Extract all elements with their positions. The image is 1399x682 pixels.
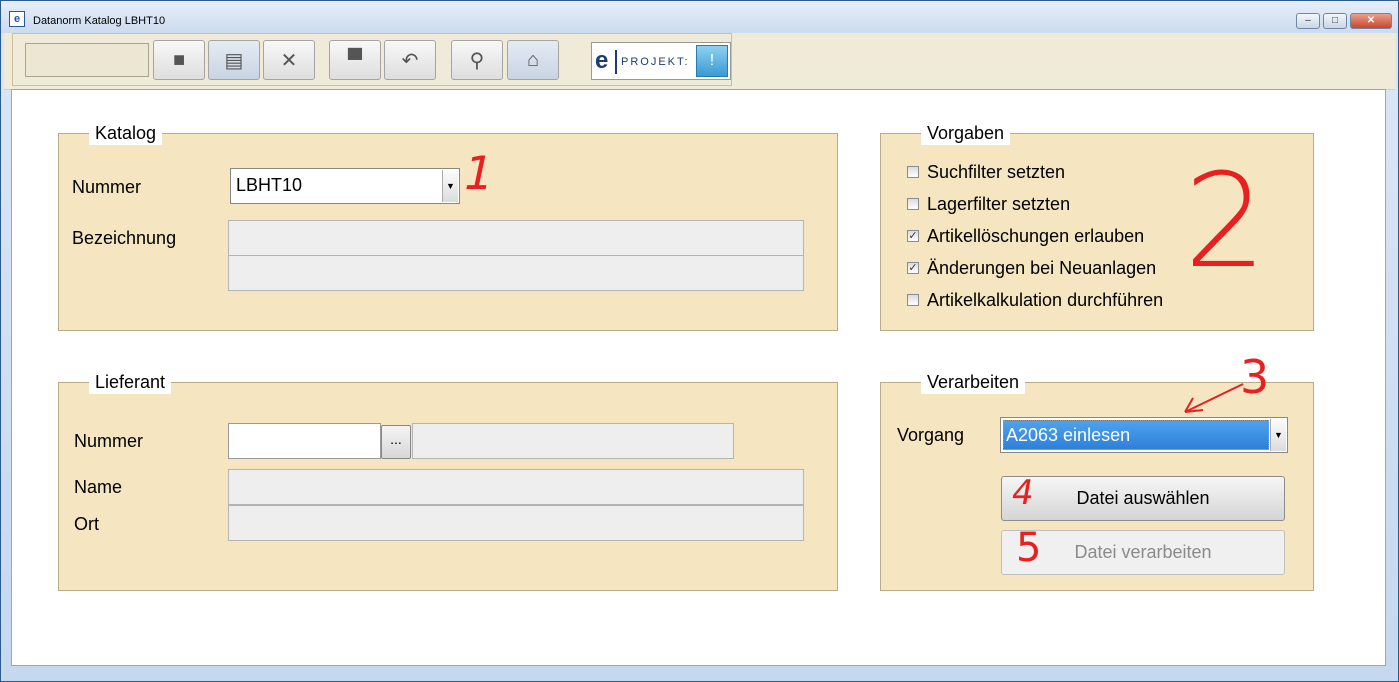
lieferant-nummer-label: Nummer: [74, 431, 144, 451]
option-suchfilter[interactable]: Suchfilter setzten: [907, 159, 1065, 185]
main-window: e Datanorm Katalog LBHT10 – □ ✕ ■ ▤ ✕ ▀ …: [0, 0, 1399, 682]
annotation-2: 2: [1184, 145, 1267, 297]
undo-icon[interactable]: ↶: [384, 40, 436, 80]
aenderungen-label: Änderungen bei Neuanlagen: [927, 257, 1157, 278]
lagerfilter-checkbox[interactable]: [907, 198, 919, 210]
bezeichnung-field-2[interactable]: [228, 255, 804, 291]
vorgang-dropdown[interactable]: A2063 einlesen ▼: [1000, 417, 1288, 453]
artikelloeschungen-label: Artikellöschungen erlauben: [927, 225, 1145, 246]
option-artikelloeschungen[interactable]: ✓ Artikellöschungen erlauben: [907, 223, 1144, 249]
home-refresh-icon[interactable]: ⌂: [507, 40, 559, 80]
aenderungen-checkbox[interactable]: ✓: [907, 262, 919, 274]
suchfilter-label: Suchfilter setzten: [927, 161, 1066, 182]
key-icon[interactable]: ⚲: [451, 40, 503, 80]
katalog-nummer-dropdown[interactable]: LBHT10 ▼: [230, 168, 460, 204]
print-icon[interactable]: ▀: [329, 40, 381, 80]
lagerfilter-label: Lagerfilter setzten: [927, 193, 1071, 214]
lieferant-nummer-input[interactable]: [228, 423, 381, 459]
form-edit-icon[interactable]: ▤: [208, 40, 260, 80]
artikelloeschungen-checkbox[interactable]: ✓: [907, 230, 919, 242]
document-icon[interactable]: ■: [153, 40, 205, 80]
maximize-button[interactable]: □: [1323, 13, 1347, 29]
katalog-nummer-value: LBHT10: [236, 175, 303, 195]
close-button[interactable]: ✕: [1350, 13, 1392, 29]
artikelkalkulation-label: Artikelkalkulation durchführen: [927, 289, 1164, 310]
lieferant-bezeichnung-field[interactable]: [412, 423, 734, 459]
vorgaben-legend: Vorgaben: [921, 121, 1011, 145]
chevron-down-icon[interactable]: ▼: [442, 170, 458, 202]
chevron-down-icon[interactable]: ▼: [1270, 419, 1286, 451]
verarbeiten-group: Verarbeiten Vorgang A2063 einlesen ▼ Dat…: [880, 370, 1314, 591]
vorgang-label: Vorgang: [897, 425, 965, 445]
lieferant-group: Lieferant Nummer ... Name Ort: [58, 370, 838, 591]
lieferant-ort-field[interactable]: [228, 505, 804, 541]
toolbar: ■ ▤ ✕ ▀ ↶ ⚲ ⌂ e PROJEKT: !: [12, 33, 732, 86]
katalog-group: Katalog Nummer LBHT10 ▼ Bezeichnung: [58, 121, 838, 331]
window-title: Datanorm Katalog LBHT10: [33, 15, 166, 27]
content-area: Katalog Nummer LBHT10 ▼ Bezeichnung Lief…: [11, 89, 1386, 666]
annotation-5: 5: [1016, 525, 1042, 571]
option-artikelkalkulation[interactable]: Artikelkalkulation durchführen: [907, 287, 1163, 313]
verarbeiten-legend: Verarbeiten: [921, 370, 1026, 394]
lieferant-name-field[interactable]: [228, 469, 804, 505]
logo-letter: e: [595, 47, 609, 74]
katalog-nummer-label: Nummer: [72, 177, 142, 197]
artikelkalkulation-checkbox[interactable]: [907, 294, 919, 306]
option-aenderungen[interactable]: ✓ Änderungen bei Neuanlagen: [907, 255, 1156, 281]
datei-auswaehlen-button[interactable]: Datei auswählen: [1001, 476, 1285, 521]
speech-bubble-icon: !: [696, 45, 728, 77]
bezeichnung-field-1[interactable]: [228, 220, 804, 256]
vorgang-value: A2063 einlesen: [1003, 420, 1269, 450]
lieferant-ort-label: Ort: [74, 514, 99, 534]
delete-x-icon[interactable]: ✕: [263, 40, 315, 80]
katalog-bezeichnung-label: Bezeichnung: [72, 228, 177, 248]
logo-divider: [615, 50, 617, 74]
lieferant-search-button[interactable]: ...: [381, 425, 411, 459]
minimize-button[interactable]: –: [1296, 13, 1320, 29]
title-bar[interactable]: e Datanorm Katalog LBHT10 – □ ✕: [1, 1, 1398, 33]
datei-verarbeiten-button[interactable]: Datei verarbeiten: [1001, 530, 1285, 575]
lieferant-name-label: Name: [74, 477, 123, 497]
annotation-arrow: [1184, 383, 1244, 413]
eprojekt-logo[interactable]: e PROJEKT: !: [591, 42, 731, 80]
katalog-legend: Katalog: [89, 121, 163, 145]
logo-text: PROJEKT:: [621, 56, 690, 68]
suchfilter-checkbox[interactable]: [907, 166, 919, 178]
option-lagerfilter[interactable]: Lagerfilter setzten: [907, 191, 1070, 217]
toolbar-area: ■ ▤ ✕ ▀ ↶ ⚲ ⌂ e PROJEKT: !: [4, 33, 1395, 90]
lieferant-legend: Lieferant: [89, 370, 172, 394]
toolbar-input[interactable]: [25, 43, 149, 77]
app-icon: e: [9, 11, 25, 27]
